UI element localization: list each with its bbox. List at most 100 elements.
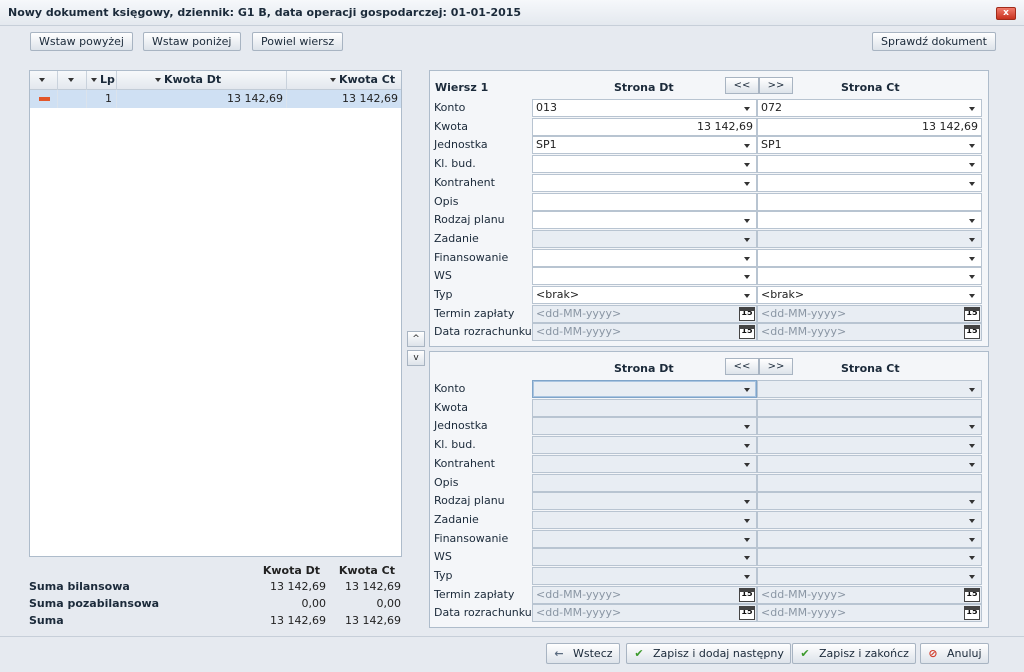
duplicate-row-button[interactable]: Powiel wiersz [252,32,344,51]
dt-typ-select[interactable] [532,567,757,585]
dt-kwota-input[interactable] [532,399,757,417]
chevron-down-icon[interactable] [744,182,750,186]
chevron-down-icon[interactable] [969,107,975,111]
dt-termin-zaplaty-input[interactable]: <dd-MM-yyyy> 15 [532,586,757,604]
dt-jednostka-select[interactable] [532,417,757,435]
chevron-down-icon[interactable] [744,444,750,448]
chevron-down-icon[interactable] [744,425,750,429]
close-icon[interactable]: x [996,7,1016,20]
ct-typ-select[interactable]: <brak> [757,286,982,304]
column-menu-icon[interactable] [30,71,58,90]
dt-kontrahent-select[interactable] [532,174,757,192]
chevron-down-icon[interactable] [744,219,750,223]
ct-finansowanie-select[interactable] [757,249,982,267]
ct-rodzaj-planu-select[interactable] [757,492,982,510]
check-document-button[interactable]: Sprawdź dokument [872,32,996,51]
column-header-kwota-dt[interactable]: Kwota Dt [117,71,287,90]
chevron-down-icon[interactable] [969,556,975,560]
chevron-down-icon[interactable] [969,388,975,392]
chevron-down-icon[interactable] [969,575,975,579]
calendar-icon[interactable]: 15 [964,606,980,620]
dt-zadanie-select[interactable] [532,511,757,529]
chevron-down-icon[interactable] [744,294,750,298]
dt-kontrahent-select[interactable] [532,455,757,473]
dt-rodzaj-planu-select[interactable] [532,211,757,229]
dt-kwota-input[interactable]: 13 142,69 [532,118,757,136]
table-row[interactable]: 1 13 142,69 13 142,69 [30,90,401,108]
chevron-down-icon[interactable] [744,257,750,261]
ct-finansowanie-select[interactable] [757,530,982,548]
ct-termin-zaplaty-input[interactable]: <dd-MM-yyyy> 15 [757,586,982,604]
dt-ws-select[interactable] [532,267,757,285]
chevron-down-icon[interactable] [744,107,750,111]
chevron-down-icon[interactable] [969,238,975,242]
prev-row-button[interactable]: << [725,358,759,375]
calendar-icon[interactable]: 15 [964,588,980,602]
ct-kontrahent-select[interactable] [757,174,982,192]
ct-kontrahent-select[interactable] [757,455,982,473]
ct-kwota-input[interactable] [757,399,982,417]
ct-ws-select[interactable] [757,267,982,285]
dt-zadanie-select[interactable] [532,230,757,248]
ct-rodzaj-planu-select[interactable] [757,211,982,229]
save-add-next-button[interactable]: ✔ Zapisz i dodaj następny [626,643,791,664]
ct-ws-select[interactable] [757,548,982,566]
chevron-down-icon[interactable] [969,294,975,298]
insert-above-button[interactable]: Wstaw powyżej [30,32,133,51]
dt-opis-input[interactable] [532,193,757,211]
chevron-down-icon[interactable] [744,388,750,392]
chevron-down-icon[interactable] [744,500,750,504]
ct-data-rozrachunku-input[interactable]: <dd-MM-yyyy> 15 [757,604,982,622]
insert-below-button[interactable]: Wstaw poniżej [143,32,241,51]
next-row-button[interactable]: >> [759,358,793,375]
ct-zadanie-select[interactable] [757,230,982,248]
chevron-down-icon[interactable] [969,275,975,279]
chevron-down-icon[interactable] [969,219,975,223]
chevron-down-icon[interactable] [744,144,750,148]
next-row-button[interactable]: >> [759,77,793,94]
ct-konto-select[interactable]: 072 [757,99,982,117]
chevron-down-icon[interactable] [744,575,750,579]
dt-kl-bud-select[interactable] [532,436,757,454]
ct-kl-bud-select[interactable] [757,155,982,173]
dt-data-rozrachunku-input[interactable]: <dd-MM-yyyy> 15 [532,604,757,622]
chevron-down-icon[interactable] [969,425,975,429]
dt-typ-select[interactable]: <brak> [532,286,757,304]
ct-opis-input[interactable] [757,474,982,492]
dt-ws-select[interactable] [532,548,757,566]
ct-kl-bud-select[interactable] [757,436,982,454]
dt-rodzaj-planu-select[interactable] [532,492,757,510]
dt-konto-select[interactable]: 013 [532,99,757,117]
ct-kwota-input[interactable]: 13 142,69 [757,118,982,136]
dt-termin-zaplaty-input[interactable]: <dd-MM-yyyy> 15 [532,305,757,323]
move-up-button[interactable]: ^ [407,331,425,347]
calendar-icon[interactable]: 15 [739,307,755,321]
chevron-down-icon[interactable] [744,163,750,167]
calendar-icon[interactable]: 15 [739,606,755,620]
ct-jednostka-select[interactable]: SP1 [757,136,982,154]
ct-konto-select[interactable] [757,380,982,398]
chevron-down-icon[interactable] [969,444,975,448]
chevron-down-icon[interactable] [969,182,975,186]
dt-finansowanie-select[interactable] [532,249,757,267]
prev-row-button[interactable]: << [725,77,759,94]
save-finish-button[interactable]: ✔ Zapisz i zakończ [792,643,916,664]
column-header-kwota-ct[interactable]: Kwota Ct [287,71,403,90]
ct-jednostka-select[interactable] [757,417,982,435]
cancel-button[interactable]: ⊘ Anuluj [920,643,989,664]
chevron-down-icon[interactable] [969,144,975,148]
dt-finansowanie-select[interactable] [532,530,757,548]
chevron-down-icon[interactable] [969,257,975,261]
ct-termin-zaplaty-input[interactable]: <dd-MM-yyyy> 15 [757,305,982,323]
chevron-down-icon[interactable] [744,463,750,467]
ct-data-rozrachunku-input[interactable]: <dd-MM-yyyy> 15 [757,323,982,341]
chevron-down-icon[interactable] [744,556,750,560]
column-header-lp[interactable]: Lp [87,71,117,90]
dt-jednostka-select[interactable]: SP1 [532,136,757,154]
chevron-down-icon[interactable] [969,500,975,504]
chevron-down-icon[interactable] [744,538,750,542]
ct-zadanie-select[interactable] [757,511,982,529]
chevron-down-icon[interactable] [744,275,750,279]
dt-opis-input[interactable] [532,474,757,492]
column-menu-icon[interactable] [58,71,87,90]
